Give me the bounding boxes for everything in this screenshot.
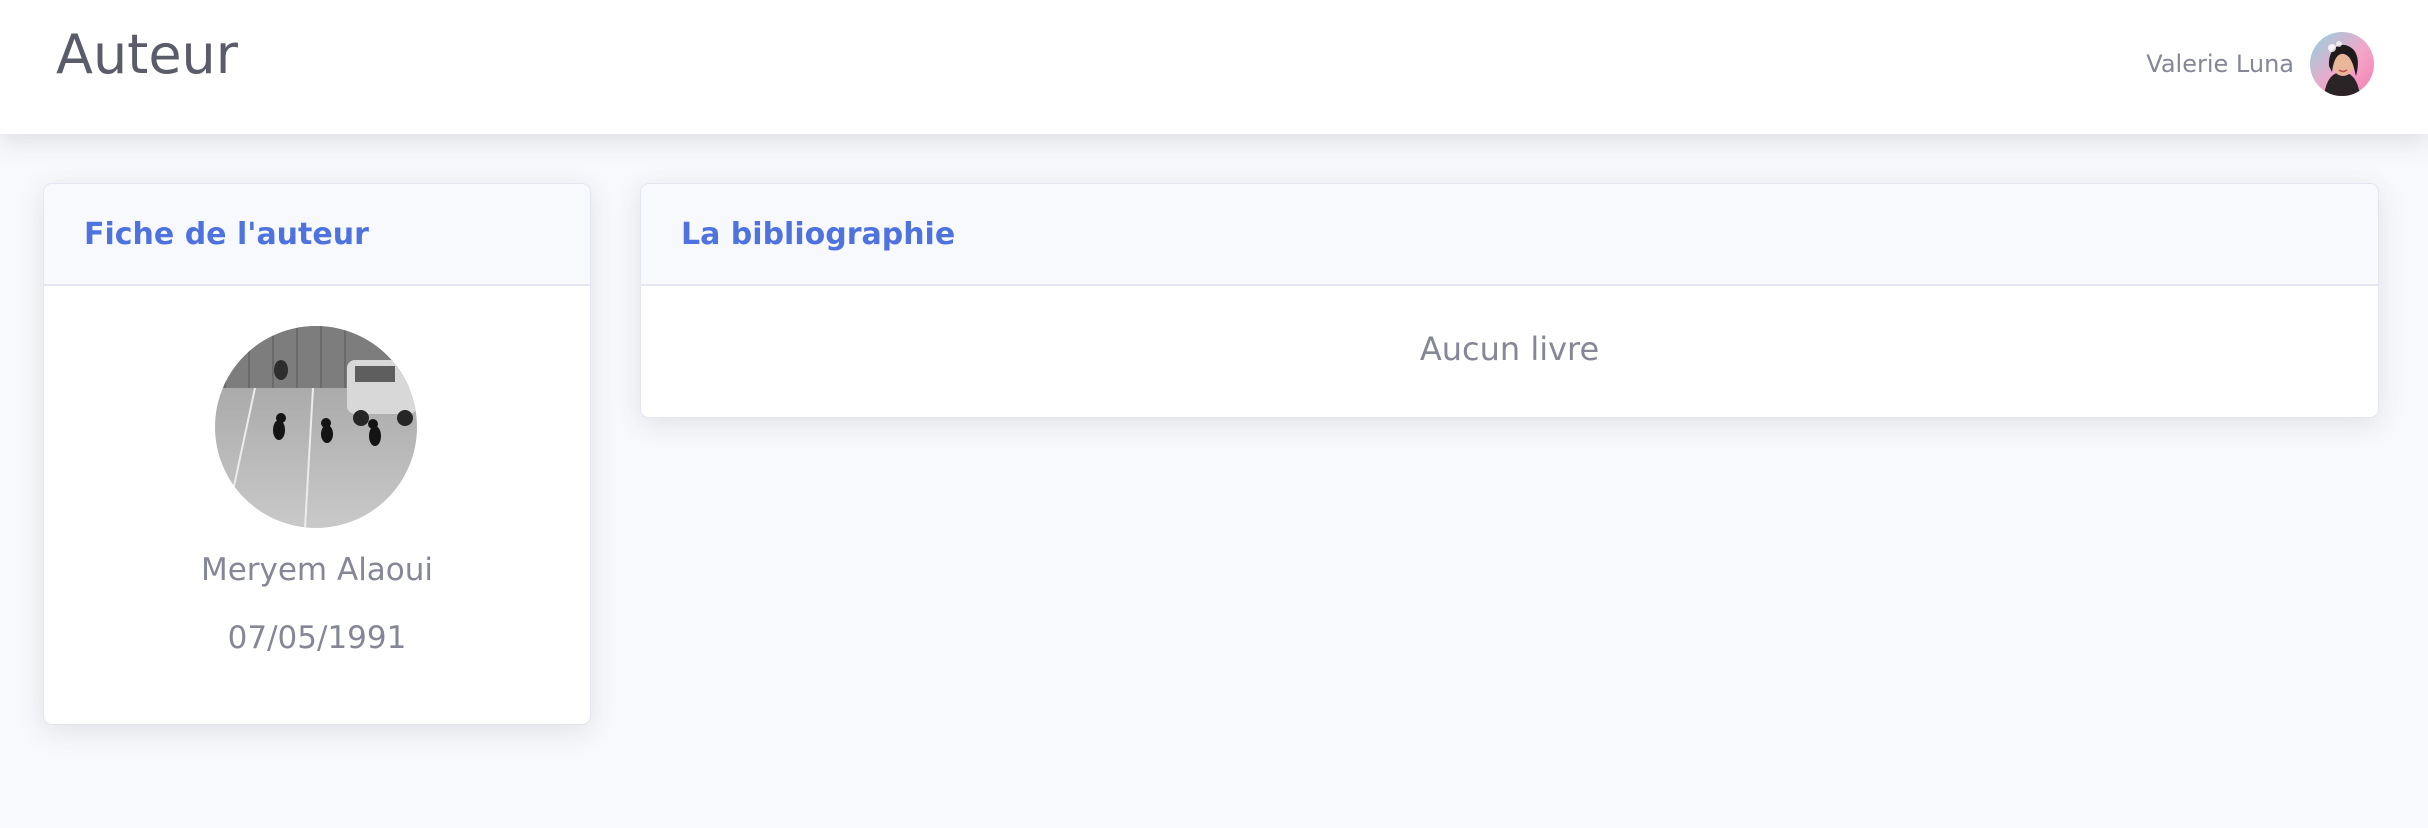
bibliography-card-header: La bibliographie <box>641 184 2378 286</box>
page-title: Auteur <box>56 23 238 86</box>
topbar: Auteur Valerie Luna <box>0 0 2428 134</box>
user-avatar-icon[interactable] <box>2310 32 2374 96</box>
author-name: Meryem Alaoui <box>200 552 434 588</box>
bibliography-card: La bibliographie Aucun livre <box>640 183 2379 418</box>
author-card-body: Meryem Alaoui 07/05/1991 <box>44 286 590 722</box>
bibliography-card-body: Aucun livre <box>641 286 2378 415</box>
author-card-title: Fiche de l'auteur <box>84 216 369 252</box>
author-card: Fiche de l'auteur Meryem Alaoui 07/05/19… <box>43 183 591 725</box>
user-menu[interactable]: Valerie Luna <box>2146 31 2374 97</box>
bibliography-card-title: La bibliographie <box>681 216 956 252</box>
author-photo-icon <box>215 326 417 528</box>
author-birth-date: 07/05/1991 <box>227 620 407 656</box>
user-name[interactable]: Valerie Luna <box>2146 50 2294 78</box>
author-card-header: Fiche de l'auteur <box>44 184 590 286</box>
empty-bibliography-message: Aucun livre <box>1419 330 1600 368</box>
